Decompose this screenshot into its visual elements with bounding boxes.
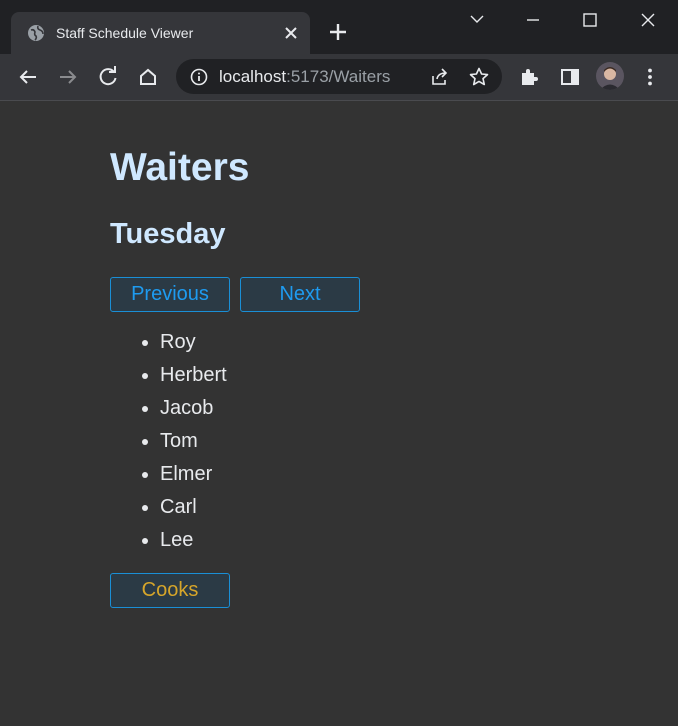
info-icon[interactable]	[190, 68, 208, 86]
back-arrow-icon[interactable]	[14, 63, 42, 91]
avatar[interactable]	[596, 62, 624, 90]
home-icon[interactable]	[134, 63, 162, 91]
list-item: Jacob	[142, 392, 227, 425]
list-item: Herbert	[142, 359, 227, 392]
day-heading: Tuesday	[110, 218, 226, 250]
list-item: Lee	[142, 524, 227, 557]
star-icon[interactable]	[468, 66, 490, 88]
list-item: Carl	[142, 491, 227, 524]
forward-arrow-icon[interactable]	[54, 63, 82, 91]
tab-staff-schedule[interactable]: Staff Schedule Viewer	[11, 12, 310, 54]
list-item: Tom	[142, 425, 227, 458]
url-text: localhost:5173/Waiters	[219, 67, 390, 87]
browser-toolbar: localhost:5173/Waiters	[0, 54, 678, 101]
more-vert-icon[interactable]	[636, 63, 664, 91]
address-bar[interactable]: localhost:5173/Waiters	[176, 59, 502, 94]
page-viewport: Waiters Tuesday Previous Next Roy Herber…	[0, 101, 678, 726]
list-item: Roy	[142, 326, 227, 359]
url-host: localhost	[219, 67, 287, 86]
side-panel-icon[interactable]	[556, 63, 584, 91]
window-close-icon[interactable]	[632, 6, 664, 34]
chevron-down-icon[interactable]	[461, 6, 493, 34]
browser-window: Staff Schedule Viewer localhost:5173/Wai…	[0, 0, 678, 726]
reload-icon[interactable]	[94, 63, 122, 91]
minimize-icon[interactable]	[517, 6, 549, 34]
close-icon[interactable]	[281, 23, 301, 43]
plus-icon[interactable]	[326, 20, 350, 44]
maximize-icon[interactable]	[574, 6, 606, 34]
globe-icon	[28, 25, 44, 41]
profile-avatar-icon	[596, 62, 624, 90]
staff-list: Roy Herbert Jacob Tom Elmer Carl Lee	[110, 326, 227, 557]
cooks-button[interactable]: Cooks	[110, 573, 230, 608]
tab-title: Staff Schedule Viewer	[56, 25, 194, 41]
list-item: Elmer	[142, 458, 227, 491]
url-path: :5173/Waiters	[286, 67, 391, 86]
tab-strip: Staff Schedule Viewer	[0, 0, 678, 54]
previous-button[interactable]: Previous	[110, 277, 230, 312]
extensions-icon[interactable]	[516, 63, 544, 91]
share-icon[interactable]	[430, 67, 450, 87]
page-title: Waiters	[110, 146, 250, 189]
next-button[interactable]: Next	[240, 277, 360, 312]
